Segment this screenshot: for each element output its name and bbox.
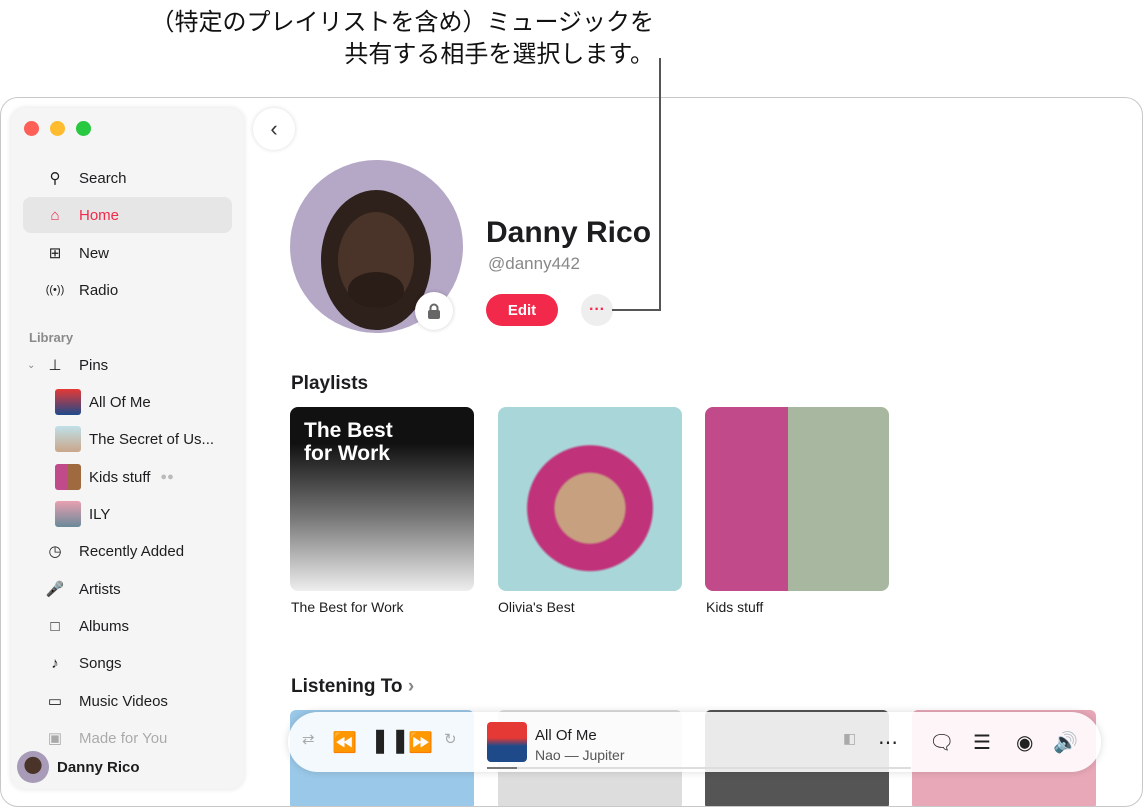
queue-icon[interactable]: ☰ [973,730,991,755]
more-options-button[interactable]: ··· [581,294,613,326]
fast-forward-button[interactable]: ⏩ [408,730,433,755]
label: Search [79,170,127,187]
playlist-title[interactable]: Kids stuff [706,599,763,615]
pin-item[interactable]: The Secret of Us... [55,423,214,455]
music-note-icon: ♪ [43,655,67,672]
sidebar: ⚲ Search ⌂ Home ⊞ New ((•)) Radio Library ⌄⊥… [11,108,244,789]
playlist-title[interactable]: The Best for Work [291,599,404,615]
label: Kids stuff [89,469,150,486]
label: All Of Me [89,394,151,411]
crossfade-icon[interactable]: ◧ [843,730,856,747]
pin-item[interactable]: Kids stuff ●● [55,461,174,493]
label: Pins [79,357,108,374]
label: Songs [79,655,122,672]
label: Artists [79,581,121,598]
sidebar-item-artists[interactable]: 🎤 Artists [23,571,232,607]
label: ILY [89,506,110,523]
sidebar-item-new[interactable]: ⊞ New [23,235,232,271]
playlist-card[interactable]: The Best for Work [290,407,474,591]
pin-item[interactable]: ILY [55,498,110,530]
playlists-heading: Playlists [291,373,368,395]
person-icon: ▣ [43,729,67,747]
sidebar-item-music-videos[interactable]: ▭ Music Videos [23,683,232,719]
lock-icon [415,292,453,330]
clock-icon: ◷ [43,542,67,560]
pin-icon: ⊥ [43,356,67,374]
profile-name: Danny Rico [486,216,651,250]
player-bar: ⇄ ⏪ ❚❚ ⏩ ↻ All Of Me Nao — Jupiter ◧ ⋯ 🗨… [288,712,1101,772]
rewind-button[interactable]: ⏪ [332,730,357,755]
artwork-thumb [55,389,81,415]
sidebar-item-recently-added[interactable]: ◷ Recently Added [23,533,232,569]
label: Made for You [79,730,167,747]
shuffle-button[interactable]: ⇄ [302,730,315,748]
chevron-right-icon: › [408,676,414,697]
minimize-button[interactable] [50,121,65,136]
airplay-icon[interactable]: ◉ [1016,730,1033,755]
more-button[interactable]: ⋯ [878,730,898,755]
label: Recently Added [79,543,184,560]
cover-text: The Best for Work [290,407,430,477]
callout-line-1: （特定のプレイリストを含め）ミュージックを [150,6,654,38]
volume-icon[interactable]: 🔊 [1053,730,1078,755]
microphone-icon: 🎤 [43,580,67,598]
artwork-thumb [55,426,81,452]
close-button[interactable] [24,121,39,136]
user-account[interactable]: Danny Rico [17,751,140,783]
label: New [79,245,109,262]
label: Music Videos [79,693,168,710]
playback-progress[interactable] [487,767,911,769]
sidebar-item-radio[interactable]: ((•)) Radio [23,272,232,308]
playlist-card[interactable] [498,407,682,591]
grid-icon: ⊞ [43,244,67,262]
listening-to-link[interactable]: Listening To › [291,676,414,698]
shared-icon: ●● [160,471,173,483]
sidebar-item-songs[interactable]: ♪ Songs [23,645,232,681]
music-window: ⚲ Search ⌂ Home ⊞ New ((•)) Radio Library ⌄⊥… [0,97,1143,807]
sidebar-item-pins[interactable]: ⌄⊥ Pins [23,347,232,383]
album-icon: □ [43,618,67,635]
progress-fill [487,767,517,769]
playlist-card[interactable] [705,407,889,591]
repeat-button[interactable]: ↻ [444,730,457,748]
chevron-down-icon[interactable]: ⌄ [27,360,43,371]
avatar [17,751,49,783]
tv-icon: ▭ [43,692,67,710]
pause-button[interactable]: ❚❚ [370,726,410,755]
callout-line-2: 共有する相手を選択します。 [150,38,654,70]
label: Listening To [291,676,403,697]
label: Albums [79,618,129,635]
user-name: Danny Rico [57,759,140,776]
callout-text: （特定のプレイリストを含め）ミュージックを 共有する相手を選択します。 [150,6,654,70]
artwork-thumb [55,501,81,527]
profile-handle: @danny442 [488,254,580,274]
now-playing-title: All Of Me [535,727,597,744]
playlist-title[interactable]: Olivia's Best [498,599,575,615]
home-icon: ⌂ [43,207,67,224]
radio-icon: ((•)) [43,284,67,296]
callout-leader [612,309,661,311]
label: The Secret of Us... [89,431,214,448]
zoom-button[interactable] [76,121,91,136]
sidebar-item-albums[interactable]: □ Albums [23,608,232,644]
now-playing-subtitle: Nao — Jupiter [535,747,624,763]
artwork-thumb [55,464,81,490]
callout-leader [659,58,661,311]
label: Home [79,207,119,224]
search-icon: ⚲ [43,169,67,187]
label: Radio [79,282,118,299]
sidebar-item-home[interactable]: ⌂ Home [23,197,232,233]
library-heading: Library [29,330,73,345]
lyrics-icon[interactable]: 🗨 [929,730,954,755]
chevron-left-icon: ‹ [270,116,277,142]
edit-profile-button[interactable]: Edit [486,294,558,326]
now-playing-artwork [487,722,527,762]
back-button[interactable]: ‹ [253,108,295,150]
sidebar-item-search[interactable]: ⚲ Search [23,160,232,196]
window-controls [24,121,91,136]
pin-item[interactable]: All Of Me [55,386,151,418]
